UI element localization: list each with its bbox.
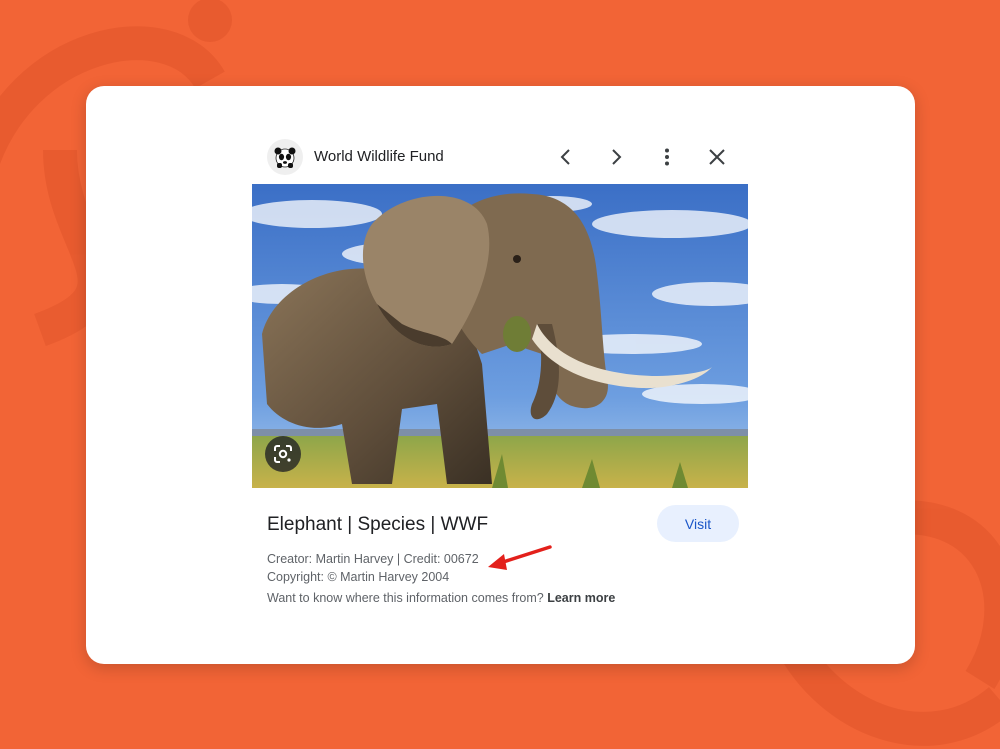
learn-more-link[interactable]: Learn more	[547, 591, 615, 605]
copyright-text: Copyright: © Martin Harvey 2004	[267, 570, 450, 584]
google-lens-icon[interactable]	[265, 436, 301, 472]
info-source-line: Want to know where this information come…	[267, 591, 615, 605]
creator-credit-text: Creator: Martin Harvey | Credit: 00672	[267, 552, 479, 566]
result-title[interactable]: Elephant | Species | WWF	[267, 514, 488, 536]
visit-button[interactable]: Visit	[657, 505, 739, 542]
site-name[interactable]: World Wildlife Fund	[314, 148, 444, 165]
info-source-text: Want to know where this information come…	[267, 591, 544, 605]
panda-logo-icon[interactable]	[267, 139, 303, 175]
close-icon[interactable]	[703, 143, 731, 171]
image-details-panel: World Wildlife Fund	[252, 130, 748, 488]
annotation-arrow-icon	[488, 545, 552, 570]
chevron-left-icon[interactable]	[552, 143, 580, 171]
elephant-photo[interactable]	[252, 184, 748, 488]
more-vert-icon[interactable]	[653, 143, 681, 171]
chevron-right-icon[interactable]	[602, 143, 630, 171]
panel-header: World Wildlife Fund	[252, 130, 748, 184]
